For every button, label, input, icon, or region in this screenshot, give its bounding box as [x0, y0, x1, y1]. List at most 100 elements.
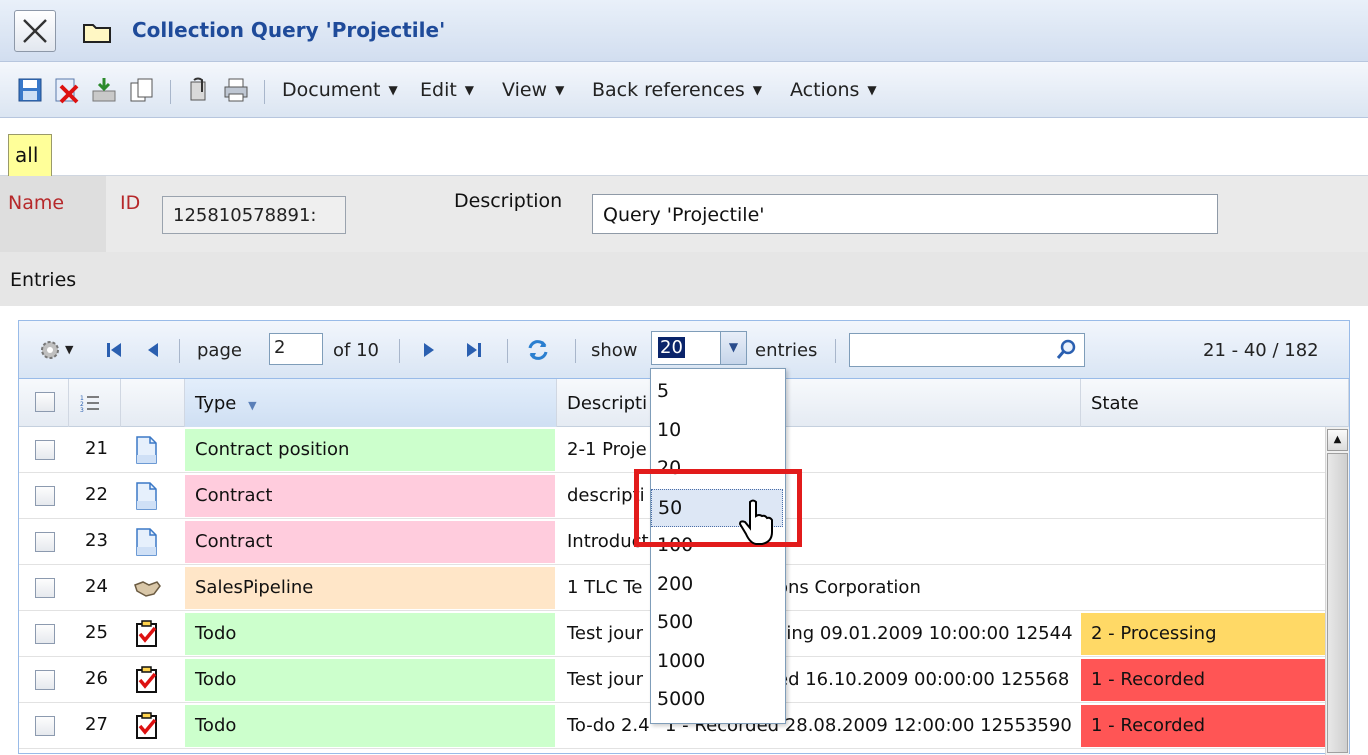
state-cell — [1081, 475, 1325, 517]
type-cell: Todo — [185, 659, 555, 701]
todo-icon — [133, 619, 161, 649]
row-number: 27 — [85, 714, 108, 735]
menu-edit-label: Edit — [420, 79, 457, 101]
page-size-option[interactable]: 200 — [651, 566, 783, 604]
highlight-annotation — [634, 469, 802, 547]
menu-actions-label: Actions — [790, 79, 860, 101]
svg-text:3: 3 — [80, 407, 84, 413]
row-checkbox[interactable] — [35, 532, 55, 552]
chevron-down-icon[interactable]: ▼ — [720, 332, 746, 364]
name-label: Name — [8, 192, 65, 214]
select-all-header — [19, 379, 69, 427]
page-size-option[interactable]: 500 — [651, 604, 783, 642]
state-column-label: State — [1091, 393, 1139, 414]
type-cell: Todo — [185, 613, 555, 655]
description-cell: To-do 2.4 1 - Recorded 28.08.2009 12:00:0… — [567, 715, 1072, 736]
of-pages-label: of 10 — [333, 340, 379, 361]
todo-icon — [133, 665, 161, 695]
export-icon[interactable] — [90, 76, 118, 104]
title-bar: Collection Query 'Projectile' — [0, 0, 1368, 62]
first-page-icon[interactable] — [105, 341, 123, 359]
attach-icon[interactable] — [184, 76, 212, 104]
id-field[interactable]: 125810578891: — [162, 196, 346, 234]
folder-icon — [83, 24, 111, 43]
menu-actions[interactable]: Actions ▼ — [790, 79, 877, 101]
icon-header — [121, 379, 185, 427]
hand-cursor-icon — [738, 499, 773, 545]
scroll-up-button[interactable]: ▲ — [1327, 429, 1348, 451]
description-cell: 1 TLC Te ons Corporation — [567, 577, 921, 598]
page-size-option[interactable]: 5 — [651, 373, 783, 411]
search-icon[interactable] — [1055, 337, 1079, 361]
chevron-down-icon: ▼ — [388, 83, 398, 97]
row-checkbox[interactable] — [35, 624, 55, 644]
row-checkbox[interactable] — [35, 670, 55, 690]
row-checkbox[interactable] — [35, 716, 55, 736]
chevron-down-icon: ▼ — [867, 83, 877, 97]
menu-edit[interactable]: Edit ▼ — [420, 79, 474, 101]
page-size-select[interactable]: 20 ▼ — [651, 331, 747, 365]
row-checkbox[interactable] — [35, 578, 55, 598]
type-cell: Contract position — [185, 429, 555, 471]
page-size-option[interactable]: 5000 — [651, 681, 783, 719]
window-title: Collection Query 'Projectile' — [132, 18, 446, 42]
close-button[interactable] — [14, 10, 56, 52]
state-cell — [1081, 567, 1325, 609]
type-cell: Todo — [185, 705, 555, 747]
save-icon[interactable] — [16, 76, 44, 104]
description-cell: Test jour sing 09.01.2009 10:00:00 12544 — [567, 623, 1073, 644]
row-number: 24 — [85, 576, 108, 597]
type-cell: Contract — [185, 521, 555, 563]
page-size-option[interactable]: 1000 — [651, 643, 783, 681]
page-input[interactable]: 2 — [269, 333, 323, 365]
refresh-icon[interactable] — [525, 337, 551, 363]
range-label: 21 - 40 / 182 — [1203, 340, 1319, 361]
menu-view-label: View — [502, 79, 548, 101]
type-cell: Contract — [185, 475, 555, 517]
menu-document-label: Document — [282, 79, 381, 101]
state-column-header[interactable]: State — [1081, 379, 1349, 427]
chevron-down-icon: ▼ — [464, 83, 475, 97]
chevron-down-icon: ▼ — [752, 83, 763, 97]
description-field[interactable]: Query 'Projectile' — [592, 194, 1218, 234]
main-toolbar: Document ▼ Edit ▼ View ▼ Back references ▼ A… — [0, 62, 1368, 118]
last-page-icon[interactable] — [465, 341, 483, 359]
search-input[interactable] — [849, 333, 1085, 367]
description-label: Description — [454, 190, 563, 212]
show-label: show — [591, 340, 638, 361]
vertical-scrollbar[interactable]: ▲ — [1325, 427, 1349, 755]
type-column-label: Type — [195, 393, 237, 414]
print-icon[interactable] — [222, 76, 250, 104]
copy-icon[interactable] — [128, 76, 156, 104]
description-column-header[interactable]: Descripti — [557, 379, 1081, 427]
chevron-down-icon: ▼ — [65, 343, 74, 356]
menu-document[interactable]: Document ▼ — [282, 79, 398, 101]
chevron-down-icon: ▼ — [555, 83, 565, 97]
scroll-thumb[interactable] — [1327, 453, 1348, 753]
previous-page-icon[interactable] — [145, 341, 161, 359]
page-size-value: 20 — [658, 337, 685, 358]
gear-icon[interactable] — [37, 337, 63, 363]
page-size-option[interactable]: 10 — [651, 412, 783, 450]
row-checkbox[interactable] — [35, 486, 55, 506]
next-page-icon[interactable] — [421, 341, 437, 359]
todo-icon — [133, 711, 161, 741]
row-checkbox[interactable] — [35, 440, 55, 460]
description-cell: 2-1 Proje — [567, 439, 647, 460]
page-label: page — [197, 340, 242, 361]
handshake-icon — [133, 573, 161, 603]
select-all-checkbox[interactable] — [35, 392, 55, 412]
document-icon — [133, 481, 161, 511]
row-number: 26 — [85, 668, 108, 689]
entries-per-page-label: entries — [755, 340, 818, 361]
row-number: 22 — [85, 484, 108, 505]
state-cell — [1081, 521, 1325, 563]
document-icon — [133, 435, 161, 465]
tab-all[interactable]: all — [8, 134, 52, 176]
menu-back-references[interactable]: Back references ▼ — [592, 79, 762, 101]
delete-document-icon[interactable] — [52, 76, 80, 104]
row-number-header: 123 — [69, 379, 121, 427]
menu-view[interactable]: View ▼ — [502, 79, 564, 101]
close-icon — [23, 19, 47, 43]
type-column-header[interactable]: Type ▼ — [185, 379, 557, 427]
